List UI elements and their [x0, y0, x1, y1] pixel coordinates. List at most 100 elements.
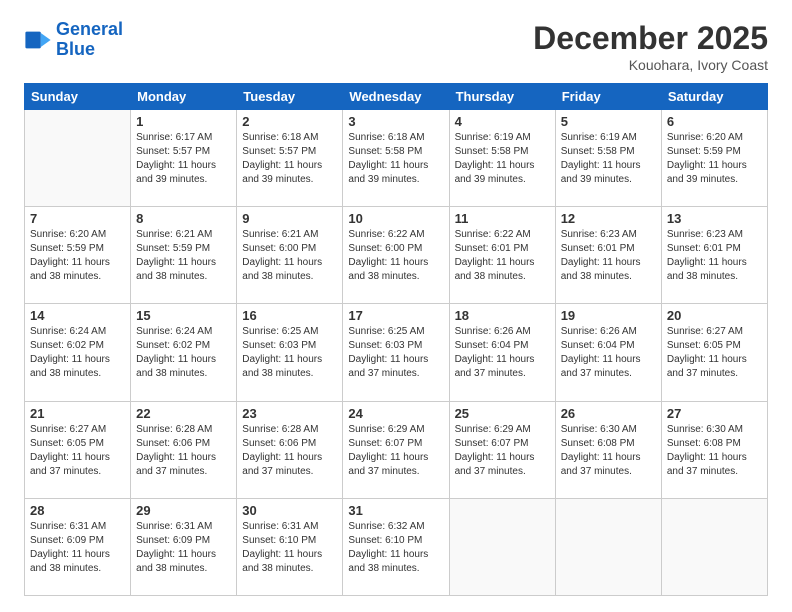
daylight-text: Daylight: 11 hours and 37 minutes. [136, 451, 231, 479]
sunset-text: Sunset: 6:00 PM [242, 242, 337, 256]
sunrise-text: Sunrise: 6:32 AM [348, 520, 443, 534]
sunset-text: Sunset: 6:09 PM [136, 534, 231, 548]
sunset-text: Sunset: 5:59 PM [30, 242, 125, 256]
day-number: 1 [136, 114, 231, 129]
cell-details: Sunrise: 6:31 AM Sunset: 6:09 PM Dayligh… [136, 520, 231, 576]
daylight-text: Daylight: 11 hours and 39 minutes. [455, 159, 550, 187]
sunrise-text: Sunrise: 6:19 AM [561, 131, 656, 145]
calendar-cell: 3 Sunrise: 6:18 AM Sunset: 5:58 PM Dayli… [343, 110, 449, 207]
day-number: 24 [348, 406, 443, 421]
day-number: 8 [136, 211, 231, 226]
cell-details: Sunrise: 6:30 AM Sunset: 6:08 PM Dayligh… [561, 423, 656, 479]
cell-details: Sunrise: 6:27 AM Sunset: 6:05 PM Dayligh… [667, 325, 762, 381]
sunrise-text: Sunrise: 6:18 AM [242, 131, 337, 145]
sunset-text: Sunset: 5:57 PM [136, 145, 231, 159]
cell-details: Sunrise: 6:26 AM Sunset: 6:04 PM Dayligh… [455, 325, 550, 381]
sunrise-text: Sunrise: 6:30 AM [561, 423, 656, 437]
calendar-cell: 8 Sunrise: 6:21 AM Sunset: 5:59 PM Dayli… [131, 207, 237, 304]
sunrise-text: Sunrise: 6:26 AM [455, 325, 550, 339]
cell-details: Sunrise: 6:22 AM Sunset: 6:01 PM Dayligh… [455, 228, 550, 284]
sunset-text: Sunset: 6:09 PM [30, 534, 125, 548]
daylight-text: Daylight: 11 hours and 37 minutes. [30, 451, 125, 479]
day-number: 11 [455, 211, 550, 226]
calendar-cell: 30 Sunrise: 6:31 AM Sunset: 6:10 PM Dayl… [237, 498, 343, 595]
cell-details: Sunrise: 6:31 AM Sunset: 6:09 PM Dayligh… [30, 520, 125, 576]
sunrise-text: Sunrise: 6:20 AM [30, 228, 125, 242]
cell-details: Sunrise: 6:20 AM Sunset: 5:59 PM Dayligh… [667, 131, 762, 187]
day-number: 6 [667, 114, 762, 129]
calendar-cell: 15 Sunrise: 6:24 AM Sunset: 6:02 PM Dayl… [131, 304, 237, 401]
calendar-cell: 14 Sunrise: 6:24 AM Sunset: 6:02 PM Dayl… [25, 304, 131, 401]
cell-details: Sunrise: 6:30 AM Sunset: 6:08 PM Dayligh… [667, 423, 762, 479]
daylight-text: Daylight: 11 hours and 37 minutes. [667, 353, 762, 381]
day-number: 28 [30, 503, 125, 518]
daylight-text: Daylight: 11 hours and 38 minutes. [136, 353, 231, 381]
daylight-text: Daylight: 11 hours and 38 minutes. [30, 548, 125, 576]
day-number: 22 [136, 406, 231, 421]
cell-details: Sunrise: 6:18 AM Sunset: 5:57 PM Dayligh… [242, 131, 337, 187]
sunset-text: Sunset: 6:10 PM [242, 534, 337, 548]
calendar-cell: 4 Sunrise: 6:19 AM Sunset: 5:58 PM Dayli… [449, 110, 555, 207]
cell-details: Sunrise: 6:25 AM Sunset: 6:03 PM Dayligh… [242, 325, 337, 381]
daylight-text: Daylight: 11 hours and 38 minutes. [242, 256, 337, 284]
sunrise-text: Sunrise: 6:23 AM [667, 228, 762, 242]
daylight-text: Daylight: 11 hours and 37 minutes. [455, 451, 550, 479]
sunrise-text: Sunrise: 6:24 AM [30, 325, 125, 339]
sunrise-text: Sunrise: 6:24 AM [136, 325, 231, 339]
day-number: 25 [455, 406, 550, 421]
sunset-text: Sunset: 6:04 PM [561, 339, 656, 353]
sunrise-text: Sunrise: 6:31 AM [30, 520, 125, 534]
calendar-cell: 31 Sunrise: 6:32 AM Sunset: 6:10 PM Dayl… [343, 498, 449, 595]
cell-details: Sunrise: 6:24 AM Sunset: 6:02 PM Dayligh… [136, 325, 231, 381]
daylight-text: Daylight: 11 hours and 39 minutes. [667, 159, 762, 187]
sunset-text: Sunset: 6:05 PM [667, 339, 762, 353]
sunset-text: Sunset: 6:04 PM [455, 339, 550, 353]
weekday-header: Wednesday [343, 84, 449, 110]
calendar-cell: 21 Sunrise: 6:27 AM Sunset: 6:05 PM Dayl… [25, 401, 131, 498]
cell-details: Sunrise: 6:24 AM Sunset: 6:02 PM Dayligh… [30, 325, 125, 381]
sunset-text: Sunset: 5:58 PM [561, 145, 656, 159]
sunset-text: Sunset: 5:58 PM [455, 145, 550, 159]
calendar-cell [25, 110, 131, 207]
weekday-header: Saturday [661, 84, 767, 110]
cell-details: Sunrise: 6:21 AM Sunset: 6:00 PM Dayligh… [242, 228, 337, 284]
daylight-text: Daylight: 11 hours and 38 minutes. [348, 256, 443, 284]
cell-details: Sunrise: 6:17 AM Sunset: 5:57 PM Dayligh… [136, 131, 231, 187]
daylight-text: Daylight: 11 hours and 37 minutes. [667, 451, 762, 479]
sunset-text: Sunset: 6:01 PM [455, 242, 550, 256]
day-number: 30 [242, 503, 337, 518]
cell-details: Sunrise: 6:26 AM Sunset: 6:04 PM Dayligh… [561, 325, 656, 381]
cell-details: Sunrise: 6:20 AM Sunset: 5:59 PM Dayligh… [30, 228, 125, 284]
sunrise-text: Sunrise: 6:17 AM [136, 131, 231, 145]
calendar-cell: 27 Sunrise: 6:30 AM Sunset: 6:08 PM Dayl… [661, 401, 767, 498]
sunset-text: Sunset: 6:07 PM [455, 437, 550, 451]
daylight-text: Daylight: 11 hours and 38 minutes. [30, 256, 125, 284]
sunrise-text: Sunrise: 6:26 AM [561, 325, 656, 339]
daylight-text: Daylight: 11 hours and 38 minutes. [348, 548, 443, 576]
sunset-text: Sunset: 5:59 PM [667, 145, 762, 159]
cell-details: Sunrise: 6:29 AM Sunset: 6:07 PM Dayligh… [455, 423, 550, 479]
title-area: December 2025 Kouohara, Ivory Coast [533, 20, 768, 73]
sunrise-text: Sunrise: 6:29 AM [348, 423, 443, 437]
month-title: December 2025 [533, 20, 768, 57]
cell-details: Sunrise: 6:27 AM Sunset: 6:05 PM Dayligh… [30, 423, 125, 479]
weekday-header: Friday [555, 84, 661, 110]
sunset-text: Sunset: 6:08 PM [667, 437, 762, 451]
day-number: 15 [136, 308, 231, 323]
sunrise-text: Sunrise: 6:31 AM [136, 520, 231, 534]
sunrise-text: Sunrise: 6:19 AM [455, 131, 550, 145]
sunrise-text: Sunrise: 6:28 AM [242, 423, 337, 437]
sunset-text: Sunset: 6:07 PM [348, 437, 443, 451]
sunset-text: Sunset: 6:01 PM [561, 242, 656, 256]
day-number: 3 [348, 114, 443, 129]
sunrise-text: Sunrise: 6:20 AM [667, 131, 762, 145]
calendar-cell: 13 Sunrise: 6:23 AM Sunset: 6:01 PM Dayl… [661, 207, 767, 304]
header: General Blue December 2025 Kouohara, Ivo… [24, 20, 768, 73]
cell-details: Sunrise: 6:21 AM Sunset: 5:59 PM Dayligh… [136, 228, 231, 284]
sunrise-text: Sunrise: 6:27 AM [667, 325, 762, 339]
calendar-cell: 18 Sunrise: 6:26 AM Sunset: 6:04 PM Dayl… [449, 304, 555, 401]
weekday-header: Thursday [449, 84, 555, 110]
sunrise-text: Sunrise: 6:23 AM [561, 228, 656, 242]
sunset-text: Sunset: 6:10 PM [348, 534, 443, 548]
sunset-text: Sunset: 6:02 PM [30, 339, 125, 353]
